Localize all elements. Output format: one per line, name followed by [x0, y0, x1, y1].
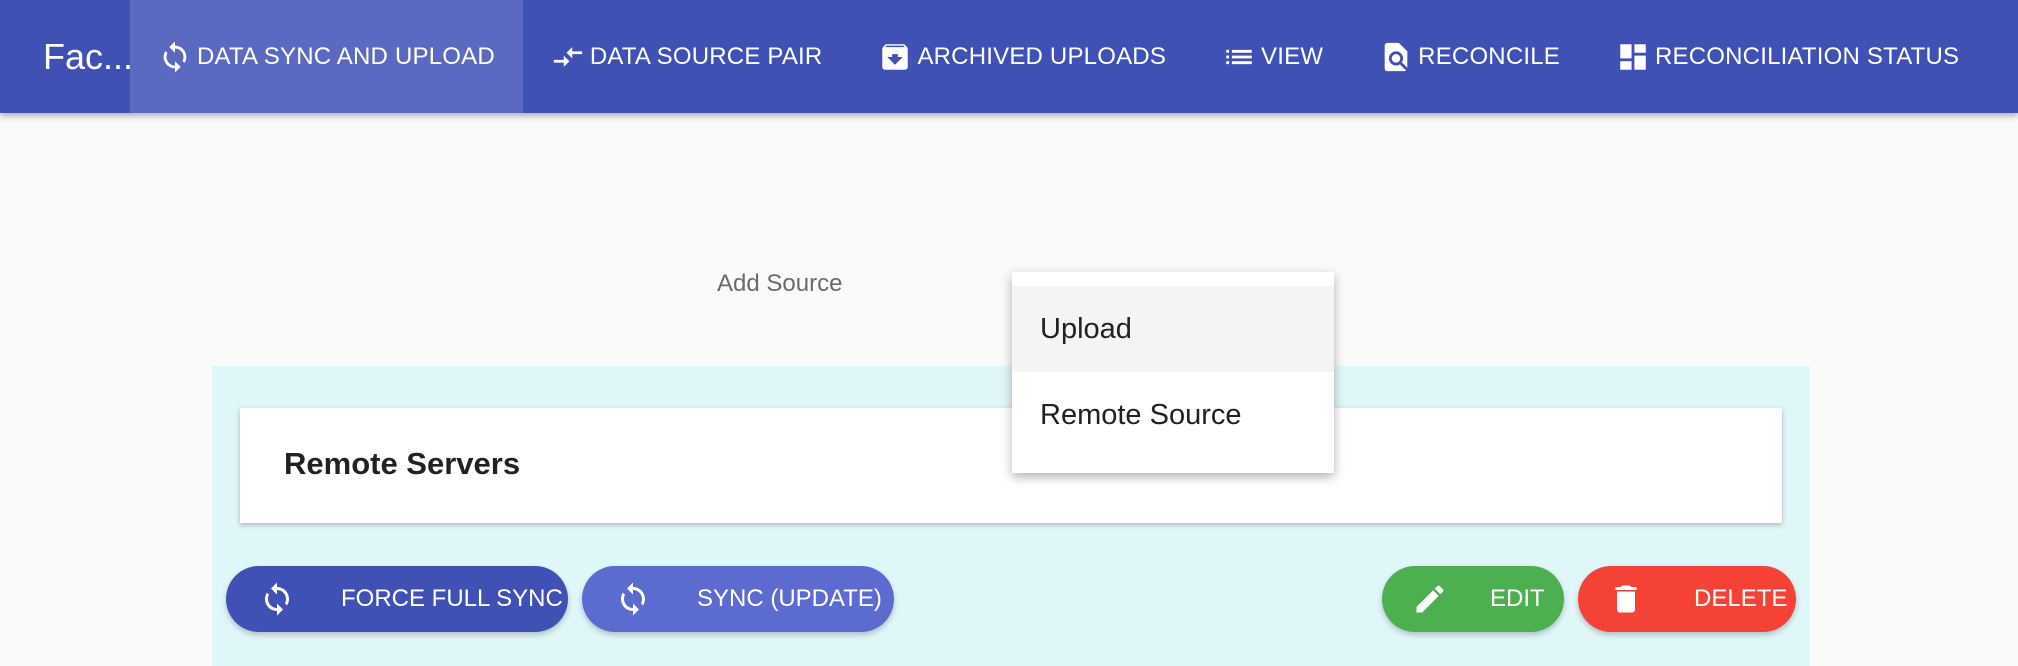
sync-icon	[163, 40, 187, 73]
nav-tab-archived-uploads[interactable]: ARCHIVED UPLOADS	[850, 0, 1194, 113]
find-in-page-icon	[1384, 42, 1408, 71]
edit-label: EDIT	[1490, 585, 1545, 612]
sync-update-label: SYNC (UPDATE)	[697, 585, 882, 612]
pencil-icon	[1416, 585, 1444, 613]
archive-icon	[882, 43, 909, 70]
app-bar: Fac... DATA SYNC AND UPLOAD DATA SOURCE …	[0, 0, 2018, 113]
add-source-menu: Upload Remote Source	[1012, 272, 1334, 473]
nav-tab-label: DATA SOURCE PAIR	[589, 42, 823, 70]
delete-button[interactable]: DELETE	[1578, 566, 1796, 632]
menu-item-label: Upload	[1040, 312, 1132, 345]
sync-update-button[interactable]: SYNC (UPDATE)	[582, 566, 894, 632]
app-title: Fac...	[43, 35, 130, 77]
edit-button[interactable]: EDIT	[1382, 566, 1564, 632]
trash-icon	[1615, 585, 1637, 613]
nav-tab-label: RECONCILE	[1418, 42, 1560, 70]
compare-arrows-icon	[553, 46, 583, 67]
nav-tab-label: RECONCILIATION STATUS	[1655, 42, 1960, 70]
nav-tab-reconcile[interactable]: RECONCILE	[1351, 0, 1588, 113]
add-source-label: Add Source	[717, 270, 843, 297]
force-full-sync-button[interactable]: FORCE FULL SYNC	[226, 566, 568, 632]
dashboard-icon	[1620, 43, 1646, 70]
menu-item-remote-source[interactable]: Remote Source	[1012, 372, 1334, 458]
delete-label: DELETE	[1694, 585, 1788, 612]
list-icon	[1226, 49, 1252, 64]
sync-icon	[265, 582, 289, 616]
remote-servers-card: Remote Servers	[240, 408, 1782, 523]
sync-icon	[621, 582, 645, 616]
menu-item-label: Remote Source	[1040, 398, 1242, 431]
nav-tab-label: ARCHIVED UPLOADS	[917, 42, 1167, 70]
nav-tab-view[interactable]: VIEW	[1194, 0, 1351, 113]
nav-tab-data-source-pair[interactable]: DATA SOURCE PAIR	[523, 0, 851, 113]
force-full-sync-label: FORCE FULL SYNC	[341, 585, 563, 612]
nav-tab-reconciliation-status[interactable]: RECONCILIATION STATUS	[1588, 0, 1987, 113]
menu-item-upload[interactable]: Upload	[1012, 286, 1334, 372]
nav-tab-label: VIEW	[1261, 42, 1324, 70]
nav-tab-label: DATA SYNC AND UPLOAD	[197, 42, 495, 70]
nav-tab-data-sync-and-upload[interactable]: DATA SYNC AND UPLOAD	[130, 0, 523, 113]
card-title: Remote Servers	[284, 446, 521, 481]
